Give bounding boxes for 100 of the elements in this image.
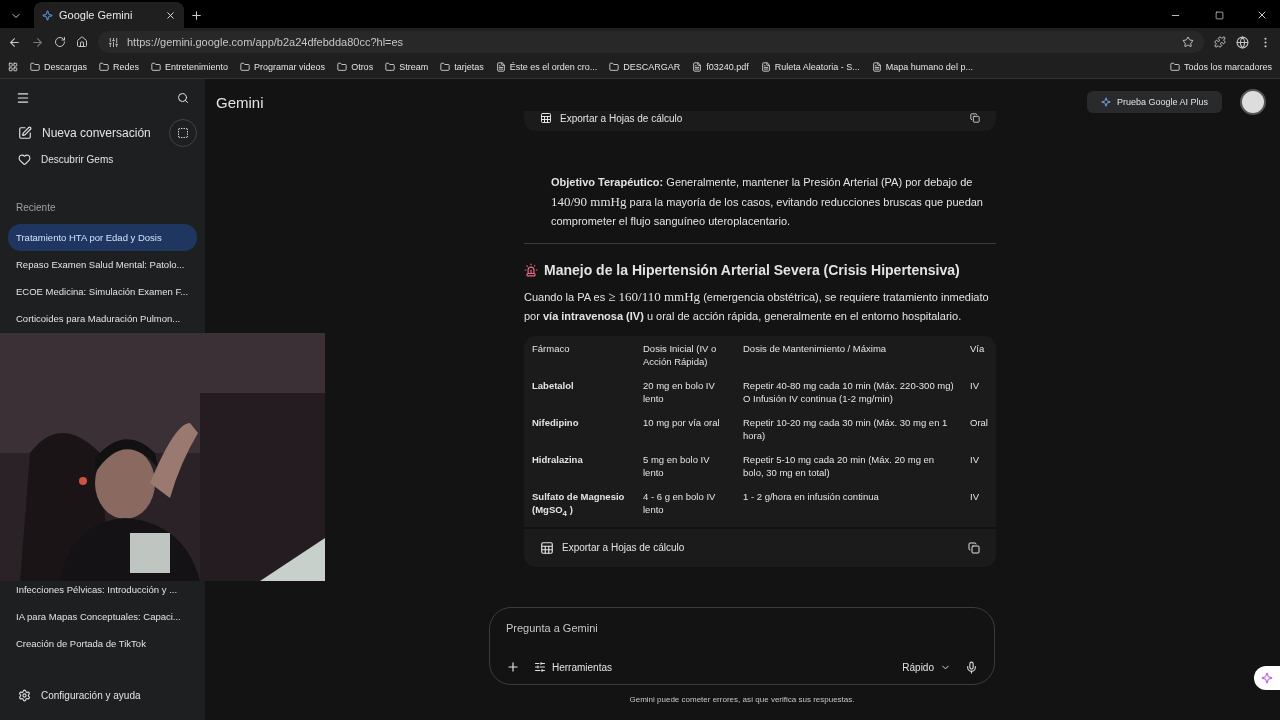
dashed-square-icon <box>177 127 189 139</box>
export-link[interactable]: Exportar a Hojas de cálculo <box>560 112 683 124</box>
folder-icon <box>385 62 396 72</box>
bookmark[interactable]: Otros <box>351 62 374 72</box>
sparkle-icon <box>42 9 53 21</box>
folder-icon <box>240 62 251 72</box>
copy-icon[interactable] <box>970 113 980 123</box>
bookmark[interactable]: Ruleta Aleatoria - S... <box>774 62 860 72</box>
tools-button[interactable]: Herramientas <box>534 661 613 673</box>
table-icon <box>540 540 554 555</box>
browser-tab[interactable]: Google Gemini <box>34 2 184 28</box>
bookmark[interactable]: Programar videos <box>254 62 326 72</box>
microphone-icon[interactable] <box>965 660 978 674</box>
close-icon[interactable] <box>165 9 176 21</box>
column-header: Fármaco <box>531 342 571 356</box>
table-cell-text: 4 - 6 g en bolo IV lento <box>642 490 717 517</box>
folder-icon <box>1169 62 1180 72</box>
folder-icon <box>99 62 110 72</box>
table-cell-text: Repetir 5-10 mg cada 20 min (Máx. 20 mg en bolo, 30 mg en total) <box>742 453 936 480</box>
settings-icon <box>18 689 31 702</box>
table-cell-text: 10 mg por vía oral <box>642 416 721 430</box>
maximize-icon[interactable] <box>1215 11 1224 20</box>
table-cell-text: 1 - 2 g/hora en infusión continua <box>742 490 880 504</box>
extension-bubble[interactable] <box>1254 666 1280 690</box>
page-icon <box>692 62 703 72</box>
all-bookmarks[interactable]: Todos los marcadores <box>1183 62 1272 72</box>
table-cell-text: Oral <box>969 416 989 430</box>
export-link[interactable]: Exportar a Hojas de cálculo <box>562 542 685 554</box>
mode-dropdown[interactable]: Rápido <box>902 661 951 673</box>
discover-gems-button[interactable]: Descubrir Gems <box>8 147 197 172</box>
close-icon[interactable] <box>1256 9 1268 21</box>
page-icon <box>495 62 506 72</box>
page-icon <box>760 62 771 72</box>
new-tab-icon[interactable] <box>190 9 203 22</box>
table-cell-text: Repetir 40-80 mg cada 10 min (Máx. 220-300 mg) O Infusión IV continua (1-2 mg/min) <box>742 379 955 406</box>
folder-icon <box>609 62 620 72</box>
disclaimer: Gemini puede cometer errores, así que verifica sus respuestas. <box>628 695 856 704</box>
bookmark[interactable]: Éste es el orden cro... <box>509 62 598 72</box>
heart-icon <box>18 153 31 166</box>
column-header: Vía <box>969 342 986 356</box>
table-cell-text: IV <box>969 490 980 504</box>
column-header: Dosis de Mantenimiento / Máxima <box>742 342 888 356</box>
apps-icon[interactable] <box>8 62 18 72</box>
bookmark[interactable]: tarjetas <box>454 62 484 72</box>
bookmark[interactable]: Stream <box>399 62 429 72</box>
extensions-icon[interactable] <box>1214 36 1226 48</box>
objective-paragraph: Objetivo Terapéutico: Generalmente, mantener la Presión Arterial (PA) por debajo de 140/90 mmHg para la mayoría de los casos, evitando reducciones bruscas que puedan comprometer el flujo sanguíneo uteroplacentario. <box>550 175 984 229</box>
table-cell-text: Labetalol <box>531 379 575 393</box>
home-icon[interactable] <box>76 36 88 48</box>
bookmark[interactable]: Mapa humano del p... <box>885 62 973 72</box>
table-cell-text: 5 mg en bolo IV lento <box>642 453 711 480</box>
prompt-field[interactable]: Pregunta a Gemini <box>506 622 978 634</box>
new-chat-button[interactable]: Nueva conversación <box>8 120 161 146</box>
table-cell-text: 20 mg en bolo IV lento <box>642 379 716 406</box>
table-icon <box>540 112 552 124</box>
site-info-icon[interactable] <box>108 36 119 48</box>
siren-icon <box>524 263 538 277</box>
folder-icon <box>337 62 348 72</box>
chat-item[interactable]: Creación de Portada de TikTok <box>8 630 197 657</box>
section-heading: Manejo de la Hipertensión Arterial Severa (Crisis Hipertensiva) <box>544 262 960 278</box>
bookmark[interactable]: Entretenimiento <box>165 62 229 72</box>
app-title: Gemini <box>216 93 264 111</box>
reload-icon[interactable] <box>54 36 66 48</box>
chat-item[interactable]: Tratamiento HTA por Edad y Dosis <box>8 224 197 251</box>
add-icon[interactable] <box>506 660 520 674</box>
folder-icon <box>151 62 162 72</box>
sliders-icon <box>534 661 546 673</box>
table-cell-text: Repetir 10-20 mg cada 30 min (Máx. 30 mg en 1 hora) <box>742 416 949 443</box>
intro-paragraph: Cuando la PA es ≥ 160/110 mmHg (emergencia obstétrica), se requiere tratamiento inmediato por vía intravenosa (IV) u oral de acción rápida, generalmente en el entorno hospitalario. <box>524 288 990 324</box>
column-header: Dosis Inicial (IV o Acción Rápida) <box>642 342 718 369</box>
bookmark[interactable]: DESCARGAR <box>623 62 681 72</box>
chat-item[interactable]: Repaso Examen Salud Mental: Patolo... <box>8 251 197 278</box>
back-icon[interactable] <box>8 35 21 49</box>
table-cell-text: IV <box>969 453 980 467</box>
chat-item[interactable]: Infecciones Pélvicas: Introducción y ... <box>8 581 197 603</box>
url-text: https://gemini.google.com/app/b2a24dfebdda80cc?hl=es <box>127 36 405 48</box>
search-icon[interactable] <box>177 92 189 104</box>
chat-item[interactable]: Corticoides para Maduración Pulmon... <box>8 305 197 332</box>
address-bar[interactable]: https://gemini.google.com/app/b2a24dfebdda80cc?hl=es <box>98 31 1204 53</box>
chat-item[interactable]: ECOE Medicina: Simulación Examen F... <box>8 278 197 305</box>
copy-icon[interactable] <box>968 541 980 554</box>
sparkle-icon <box>1100 97 1111 107</box>
bookmark-star-icon[interactable] <box>1182 36 1194 48</box>
avatar[interactable] <box>1240 89 1266 115</box>
folder-icon <box>440 62 451 72</box>
bookmark[interactable]: Descargas <box>44 62 88 72</box>
table-cell-text: IV <box>969 379 980 393</box>
section-label: Reciente <box>15 201 57 215</box>
bookmark[interactable]: Redes <box>113 62 140 72</box>
sparkle-icon <box>1261 672 1273 684</box>
menu-icon[interactable] <box>16 91 30 105</box>
forward-icon[interactable] <box>31 35 44 49</box>
chat-item[interactable]: IA para Mapas Conceptuales: Capaci... <box>8 603 197 630</box>
table-cell-text: Nifedipino <box>531 416 580 430</box>
settings-button[interactable]: Configuración y ayuda <box>8 683 197 708</box>
bookmark[interactable]: f03240.pdf <box>706 62 749 72</box>
upgrade-button[interactable]: Prueba Google AI Plus <box>1086 91 1222 113</box>
table-cell-text: Sulfato de Magnesio (MgSO$_{4}$ ) <box>531 490 626 520</box>
folder-icon <box>30 62 40 72</box>
page-icon <box>871 62 882 72</box>
